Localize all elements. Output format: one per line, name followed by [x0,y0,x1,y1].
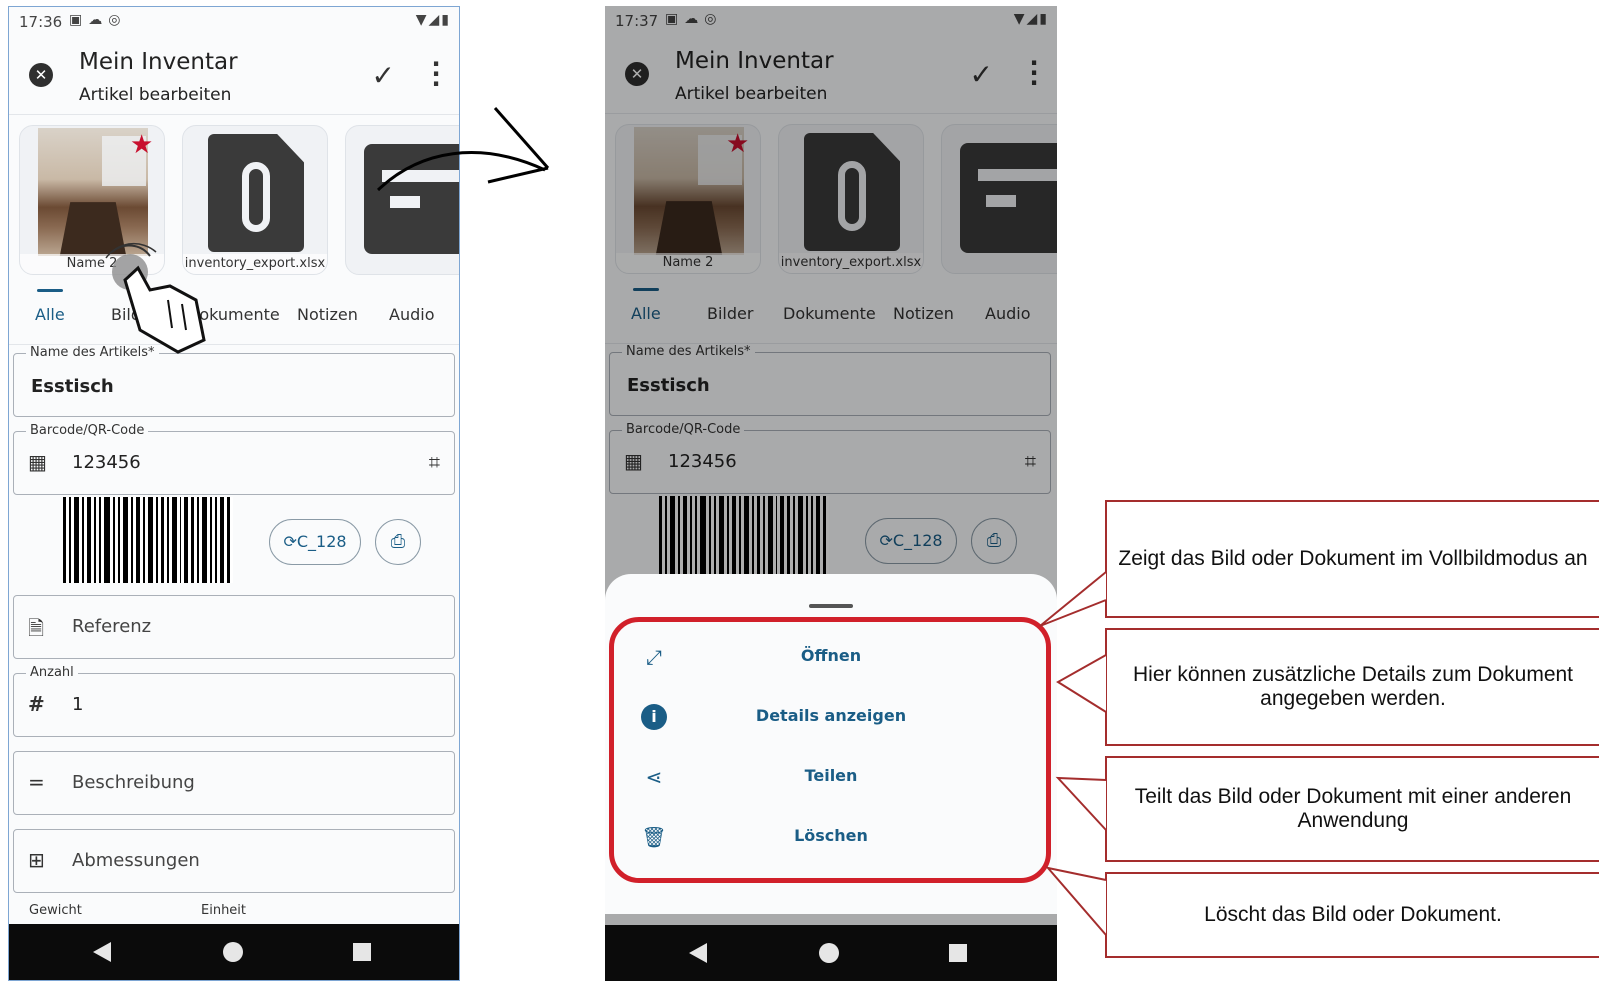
system-nav-bar [605,925,1057,981]
more-vert-icon[interactable]: · · · [431,52,441,96]
tab-bilder[interactable]: Bilder [111,305,157,324]
callout-pointer-2 [1056,654,1107,713]
dimensions-grid-icon: ⊞ [28,848,45,872]
active-tab-indicator [37,289,63,292]
app-bar: ✕ Mein Inventar Artikel bearbeiten ✓ · · · [9,37,459,115]
attachment-card-file[interactable]: inventory_export.xlsx [182,125,328,275]
barcode-image [63,497,233,583]
status-time: 17:36 [19,13,63,31]
callout-text: Teilt das Bild oder Dokument mit einer a… [1134,785,1572,832]
app-title: Mein Inventar [79,49,238,75]
nav-back-icon[interactable] [689,943,707,963]
nav-home-icon[interactable] [223,942,243,962]
nav-back-icon[interactable] [93,942,111,962]
tab-audio[interactable]: Audio [389,305,434,324]
barcode-field[interactable]: Barcode/QR-Code ▦ 123456 ⌗ [13,423,455,495]
attachment-file-icon [208,134,304,252]
qr-code-icon: ▦ [28,450,47,474]
callout-text: Zeigt das Bild oder Dokument im Vollbild… [1118,547,1588,570]
quantity-field[interactable]: Anzahl # 1 [13,665,455,737]
reference-doc-icon: 🗎 [28,616,45,640]
hash-icon: # [28,692,45,716]
callout-text: Hier können zusätzliche Details zum Doku… [1132,663,1574,710]
nav-recents-icon[interactable] [353,943,371,961]
document-icon [364,144,459,254]
description-placeholder: Beschreibung [72,772,195,793]
item-name-value: Esstisch [31,376,114,397]
barcode-type-button[interactable]: ⟳C_128 [269,519,361,565]
system-nav-bar [9,924,459,980]
printer-icon: ⎙ [390,531,406,552]
unit-label: Einheit [201,903,247,918]
status-bar: 17:36 ▣☁◎ ▼◢▮ [9,7,459,37]
phone-screen-before: 17:36 ▣☁◎ ▼◢▮ ✕ Mein Inventar Artikel be… [8,6,460,981]
signal-battery-icons: ▼◢▮ [415,12,451,28]
attachment-card-image[interactable]: ★ Name 2 [19,125,165,275]
field-label: Name des Artikels* [26,345,159,360]
menu-highlight-frame [609,617,1051,883]
sheet-drag-handle[interactable] [809,604,853,608]
callout-share: Teilt das Bild oder Dokument mit einer a… [1105,756,1599,862]
callout-open: Zeigt das Bild oder Dokument im Vollbild… [1105,500,1599,618]
tab-notizen[interactable]: Notizen [297,305,358,324]
save-check-icon[interactable]: ✓ [372,59,395,92]
field-label: Anzahl [26,665,78,680]
qr-scan-icon[interactable]: ⌗ [429,450,440,474]
weight-label: Gewicht [29,903,82,918]
attachment-label: inventory_export.xlsx [183,254,327,274]
short-text-icon: = [28,770,45,794]
dimensions-field[interactable]: ⊞ Abmessungen [13,829,455,893]
print-button[interactable]: ⎙ [375,519,421,565]
description-field[interactable]: = Beschreibung [13,751,455,815]
attachment-label: Name 2 [20,254,164,274]
tab-alle[interactable]: Alle [35,305,65,324]
close-icon[interactable]: ✕ [29,63,53,87]
callout-details: Hier können zusätzliche Details zum Doku… [1105,628,1599,746]
favorite-star-icon: ★ [130,130,154,160]
callout-text: Löscht das Bild oder Dokument. [1204,903,1502,926]
attachment-tabs: Alle Bilder Dokumente Notizen Audio [9,289,459,345]
refresh-icon: ⟳ [283,532,297,551]
quantity-value: 1 [72,694,84,715]
notification-icons: ▣☁◎ [69,12,127,28]
callout-pointer-3 [1055,776,1107,831]
barcode-type-label: C_128 [296,532,347,551]
barcode-value: 123456 [72,452,141,473]
dimensions-placeholder: Abmessungen [72,850,200,871]
app-subtitle: Artikel bearbeiten [79,85,232,105]
attachment-strip[interactable]: ★ Name 2 inventory_export.xlsx [9,125,459,277]
nav-recents-icon[interactable] [949,944,967,962]
attachment-card-document[interactable] [345,125,459,275]
tab-dokumente[interactable]: Dokumente [187,305,280,324]
callout-delete: Löscht das Bild oder Dokument. [1105,872,1599,958]
item-name-field[interactable]: Name des Artikels* Esstisch [13,345,455,417]
nav-home-icon[interactable] [819,943,839,963]
reference-field[interactable]: 🗎 Referenz [13,595,455,659]
field-label: Barcode/QR-Code [26,423,149,438]
reference-placeholder: Referenz [72,616,152,637]
